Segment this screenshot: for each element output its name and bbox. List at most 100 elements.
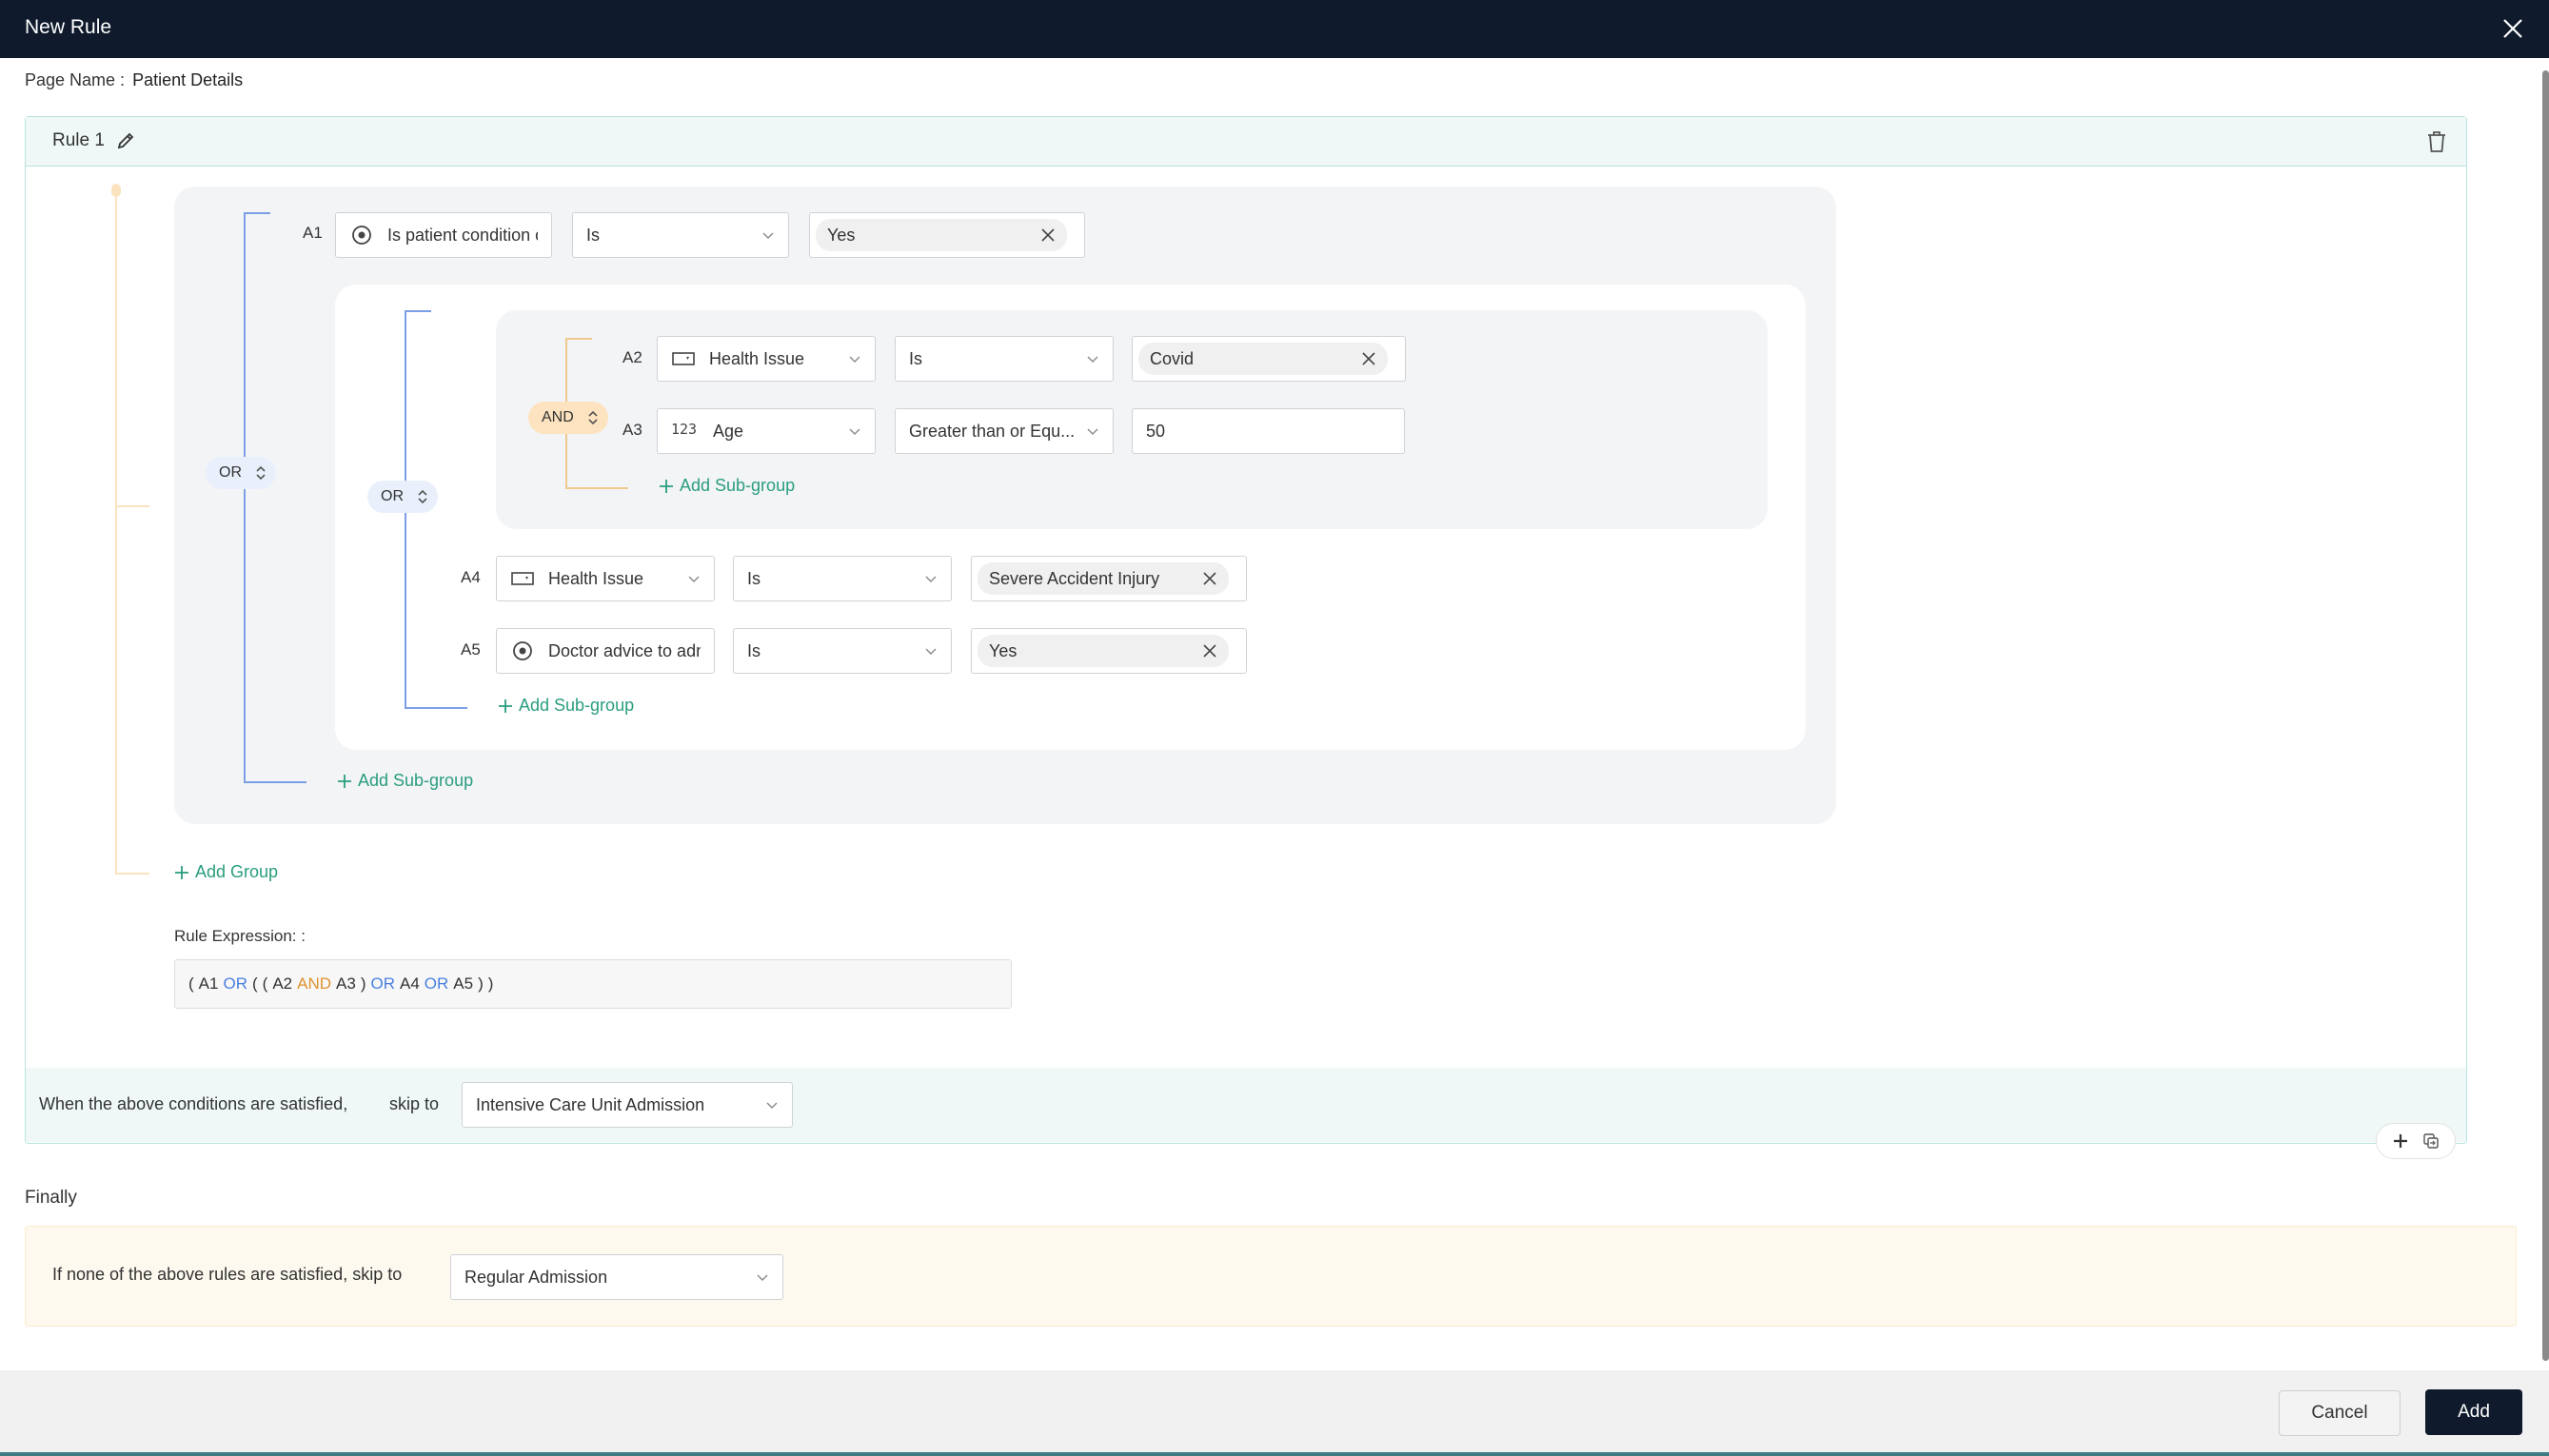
skip-condition-label: When the above conditions are satisfied,: [39, 1094, 348, 1113]
up-down-chevron-icon: [256, 465, 266, 481]
outer-or-bracket-line: [244, 212, 246, 783]
condition-operator-select[interactable]: Is: [895, 336, 1114, 382]
condition-id: A3: [622, 421, 642, 439]
expr-token: A4: [399, 974, 420, 993]
chevron-down-icon: [1087, 356, 1098, 363]
condition-id: A4: [461, 568, 481, 586]
chevron-down-icon: [849, 356, 860, 363]
rule-connector-end: [115, 873, 149, 875]
rule-actions: [2376, 1123, 2456, 1159]
add-group-button[interactable]: Add Group: [174, 862, 278, 882]
outer-or-label: OR: [219, 464, 242, 481]
radio-icon: [513, 641, 532, 660]
chevron-down-icon: [766, 1102, 778, 1109]
expr-operator-and: AND: [297, 974, 332, 993]
and-label: AND: [542, 409, 574, 425]
plus-icon: [338, 774, 351, 788]
condition-operator-select[interactable]: Is: [733, 556, 952, 601]
value-chip: Yes: [816, 219, 1067, 251]
expr-token: ): [360, 974, 366, 993]
remove-chip-icon[interactable]: [1202, 571, 1217, 586]
page-name-value: Patient Details: [132, 70, 244, 89]
dropdown-field-icon: [511, 572, 534, 585]
and-bracket-top: [565, 338, 592, 340]
page-name-label: Page Name :: [25, 70, 126, 89]
chevron-down-icon: [688, 576, 700, 582]
finally-label: If none of the above rules are satisfied…: [52, 1265, 403, 1284]
condition-field-select[interactable]: Is patient condition critical: [335, 212, 552, 258]
condition-field-select[interactable]: 123 Age: [657, 408, 876, 454]
outer-or-bracket-bottom: [244, 781, 306, 783]
rule-expression-label: Rule Expression: :: [174, 927, 306, 945]
expr-token: (: [188, 974, 194, 993]
plus-icon[interactable]: [2392, 1132, 2409, 1150]
expr-token: A3: [336, 974, 356, 993]
value-chip: Covid: [1138, 343, 1388, 375]
value-chip: Severe Accident Injury: [978, 562, 1229, 595]
add-subgroup-button[interactable]: Add Sub-group: [659, 476, 795, 496]
expr-token: ): [487, 974, 494, 993]
sub-or-toggle[interactable]: OR: [367, 481, 438, 513]
scrollbar[interactable]: [2542, 70, 2549, 1361]
pencil-icon[interactable]: [115, 130, 136, 151]
chevron-down-icon: [925, 576, 937, 582]
skip-row: When the above conditions are satisfied,…: [26, 1068, 2466, 1142]
page-name: Page Name : Patient Details: [25, 70, 243, 90]
outer-or-toggle[interactable]: OR: [206, 457, 276, 489]
remove-chip-icon[interactable]: [1040, 227, 1056, 243]
rule-connector-line: [115, 190, 117, 874]
close-icon[interactable]: [2500, 15, 2526, 42]
condition-id: A1: [303, 224, 323, 242]
add-subgroup-button[interactable]: Add Sub-group: [498, 696, 634, 716]
finally-skip-select[interactable]: Regular Admission: [450, 1254, 783, 1300]
duplicate-icon[interactable]: [2422, 1132, 2440, 1150]
up-down-chevron-icon: [588, 410, 598, 425]
skip-to-label: skip to: [389, 1094, 440, 1113]
rule-expression: ( A1 OR ( ( A2 AND A3 ) OR A4 OR A5 ) ): [174, 959, 1012, 1009]
sub-or-label: OR: [381, 488, 404, 504]
chevron-down-icon: [925, 648, 937, 655]
condition-field-select[interactable]: Health Issue: [496, 556, 715, 601]
sub-or-bracket-bottom: [405, 707, 467, 709]
trash-icon[interactable]: [2424, 128, 2449, 155]
condition-operator-select[interactable]: Is: [733, 628, 952, 674]
dropdown-field-icon: [672, 352, 695, 365]
remove-chip-icon[interactable]: [1361, 351, 1376, 366]
expr-operator-or: OR: [223, 974, 247, 993]
plus-icon: [499, 698, 512, 713]
expr-token: (: [262, 974, 268, 993]
dialog-header: New Rule: [0, 0, 2549, 58]
and-bracket-bottom: [565, 487, 628, 489]
expr-token: ): [478, 974, 484, 993]
sub-or-bracket-top: [405, 310, 431, 312]
condition-value-input[interactable]: Severe Accident Injury: [971, 556, 1247, 601]
condition-value-input[interactable]: Yes: [971, 628, 1247, 674]
condition-field-select[interactable]: Doctor advice to admit: [496, 628, 715, 674]
plus-icon: [175, 865, 188, 879]
condition-field-select[interactable]: Health Issue: [657, 336, 876, 382]
expr-operator-or: OR: [424, 974, 449, 993]
condition-value-input[interactable]: Covid: [1132, 336, 1406, 382]
add-subgroup-button[interactable]: Add Sub-group: [337, 771, 473, 791]
rule-header: Rule 1: [26, 117, 2466, 167]
chevron-down-icon: [1087, 428, 1098, 435]
add-button[interactable]: Add: [2425, 1389, 2522, 1435]
chevron-down-icon: [757, 1274, 768, 1281]
skip-to-select[interactable]: Intensive Care Unit Admission: [462, 1082, 793, 1128]
condition-value-input[interactable]: 50: [1132, 408, 1405, 454]
rule-title: Rule 1: [52, 130, 105, 150]
radio-icon: [352, 226, 371, 245]
cancel-button[interactable]: Cancel: [2279, 1390, 2401, 1436]
condition-operator-select[interactable]: Is: [572, 212, 789, 258]
condition-id: A5: [461, 640, 481, 659]
expr-token: (: [251, 974, 258, 993]
outer-or-bracket-top: [244, 212, 270, 214]
plus-icon: [660, 479, 673, 493]
condition-id: A2: [622, 348, 642, 366]
remove-chip-icon[interactable]: [1202, 643, 1217, 659]
chevron-down-icon: [849, 428, 860, 435]
condition-value-input[interactable]: Yes: [809, 212, 1085, 258]
condition-operator-select[interactable]: Greater than or Equ...: [895, 408, 1114, 454]
number-icon: 123: [671, 421, 698, 438]
and-toggle[interactable]: AND: [528, 402, 608, 434]
